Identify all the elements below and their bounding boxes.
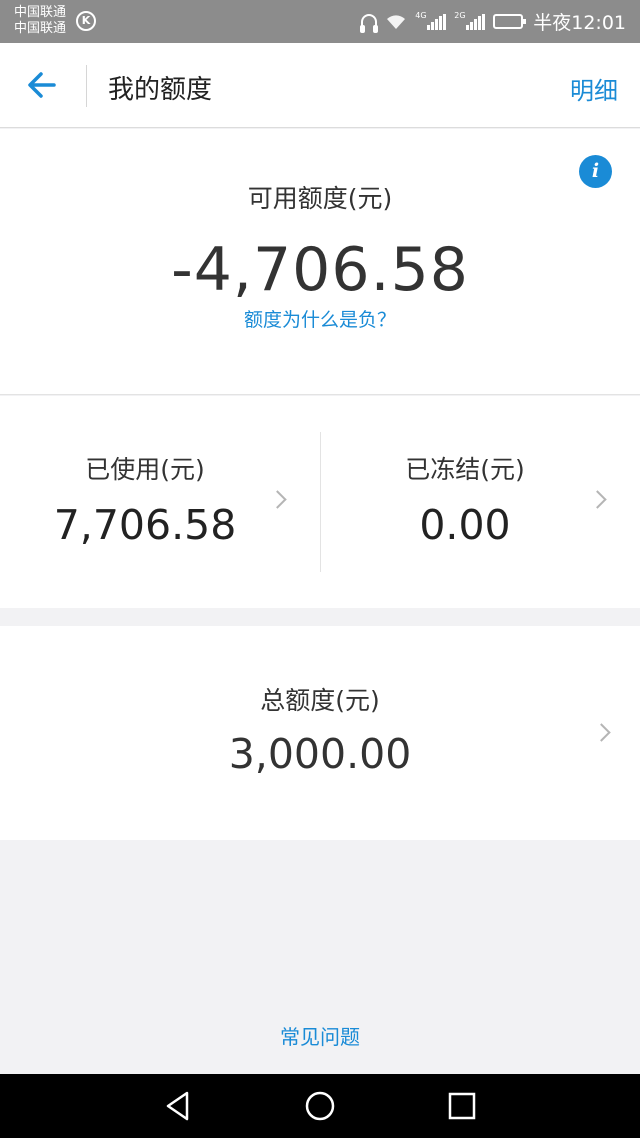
why-negative-link[interactable]: 额度为什么是负？ (0, 305, 640, 332)
wifi-icon (387, 14, 406, 29)
status-bar: 中国联通 中国联通 K 4G 2G 半夜12:01 (0, 0, 640, 43)
usage-stats-section: 已使用(元) 7,706.58 已冻结(元) 0.00 (0, 396, 640, 608)
circle-home-icon[interactable] (302, 1088, 338, 1124)
frozen-label: 已冻结(元) (405, 455, 525, 484)
battery-icon (493, 14, 527, 29)
carrier-labels: 中国联通 中国联通 (14, 5, 66, 37)
arrow-left-icon (28, 72, 56, 98)
network-2-label: 2G (454, 10, 466, 20)
clock: 半夜12:01 (533, 12, 626, 34)
carrier-1: 中国联通 (14, 5, 67, 20)
carrier-2: 中国联通 (14, 21, 67, 36)
app-header: 我的额度 明细 (0, 43, 640, 128)
total-credit-card[interactable]: 总额度(元) 3,000.00 (0, 626, 640, 840)
available-value: -4,706.58 (171, 235, 469, 305)
triangle-back-icon[interactable] (160, 1088, 196, 1124)
used-amount-card[interactable]: 已使用(元) 7,706.58 (0, 396, 320, 608)
back-button[interactable] (24, 67, 64, 103)
signal-1-icon: 4G (415, 10, 447, 30)
status-icons: 4G 2G 半夜12:01 (360, 0, 626, 43)
faq-link[interactable]: 常见问题 (0, 1021, 640, 1050)
signal-2-icon: 2G (454, 10, 486, 30)
square-recent-icon[interactable] (444, 1088, 480, 1124)
total-label: 总额度(元) (260, 686, 380, 715)
network-1-label: 4G (415, 10, 427, 20)
k-badge-icon: K (76, 11, 96, 31)
frozen-value: 0.00 (419, 501, 511, 549)
available-credit-section: i 可用额度(元) -4,706.58 额度为什么是负？ (0, 129, 640, 395)
used-label: 已使用(元) (85, 455, 205, 484)
available-label: 可用额度(元) (247, 184, 393, 213)
frozen-amount-card[interactable]: 已冻结(元) 0.00 (320, 396, 640, 608)
total-value: 3,000.00 (228, 730, 412, 778)
header-divider (86, 65, 87, 107)
system-nav-bar (0, 1074, 640, 1138)
detail-button[interactable]: 明细 (570, 71, 618, 106)
page-title: 我的额度 (108, 75, 213, 105)
headset-icon (360, 13, 379, 33)
used-value: 7,706.58 (53, 501, 237, 549)
